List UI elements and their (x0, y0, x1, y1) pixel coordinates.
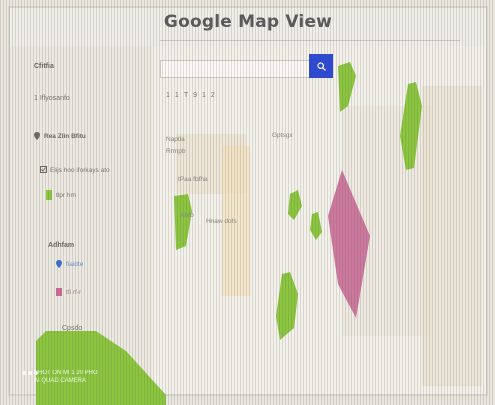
legend-item-blue-label: fiaidte (66, 260, 84, 268)
search-input[interactable] (160, 60, 312, 78)
sidebar-section2-title: Adhfam (48, 242, 75, 249)
filter-option-label: Rea Zlin Bfitu (44, 132, 86, 140)
filter-option[interactable]: Rea Zlin Bfitu (34, 132, 86, 140)
camera-watermark: SHOT ON MI 1 20 PRO AI QUAD CAMERA (34, 369, 98, 385)
pin-icon (34, 132, 40, 140)
map-tool-button[interactable]: 9 (193, 92, 197, 99)
sidebar-section-value: 1 Iflyosanfo (34, 95, 70, 102)
map-label: Rrmpb (166, 148, 186, 155)
map-tool-button[interactable]: T (184, 92, 188, 99)
green-region[interactable] (276, 272, 298, 340)
blue-pin-icon (56, 260, 62, 268)
title-divider (160, 40, 460, 41)
map-tool-button[interactable]: 1 (202, 92, 206, 99)
checkbox-icon[interactable] (40, 166, 47, 174)
legend-item-pink-label: tfi rf-r (66, 288, 82, 296)
page-title: Google Map View (163, 12, 333, 32)
green-region-corner[interactable] (36, 331, 166, 405)
map-label: Hnaw dofs (206, 218, 237, 225)
green-swatch-icon (46, 190, 52, 200)
legend-item-green[interactable]: tlpr hm (46, 190, 76, 200)
pink-swatch-icon (56, 288, 62, 296)
watermark-line2: AI QUAD CAMERA (34, 378, 87, 384)
map-label: Ahrb (180, 212, 194, 219)
map-canvas[interactable]: 1 1 T 9 1 2 Naptla Gptsgx Rrmpb tPaa fbf… (152, 46, 486, 394)
map-label: Gptsgx (272, 132, 293, 139)
sidebar-section-title: Cfitfia (34, 63, 54, 70)
legend-item-label: tlpr hm (56, 191, 76, 199)
green-region[interactable] (288, 190, 302, 220)
map-label: tPaa fbfha (178, 176, 208, 183)
search-button[interactable] (309, 54, 333, 78)
layer-toggle-label: Elijs hoo iforkays ato (50, 166, 110, 174)
map-tool-button[interactable]: 2 (211, 92, 215, 99)
watermark-line1: SHOT ON MI 1 20 PRO (34, 370, 98, 376)
photo-frame: Google Map View Cfitfia 1 Iflyosanfo Rea… (0, 0, 495, 405)
green-region[interactable] (310, 212, 322, 240)
map-label: Naptla (166, 136, 185, 143)
map-tool-button[interactable]: 1 (166, 92, 170, 99)
green-region[interactable] (174, 194, 192, 250)
map-tool-button[interactable]: 1 (175, 92, 179, 99)
green-region[interactable] (338, 62, 356, 112)
layer-toggle[interactable]: Elijs hoo iforkays ato (40, 166, 110, 174)
search-icon (316, 61, 326, 71)
legend-item-pink[interactable]: tfi rf-r (56, 288, 81, 296)
app-window: Google Map View Cfitfia 1 Iflyosanfo Rea… (10, 8, 486, 405)
map-toolbar: 1 1 T 9 1 2 (166, 92, 215, 99)
legend-item-blue[interactable]: fiaidte (56, 260, 83, 268)
map-parcel (422, 86, 482, 386)
